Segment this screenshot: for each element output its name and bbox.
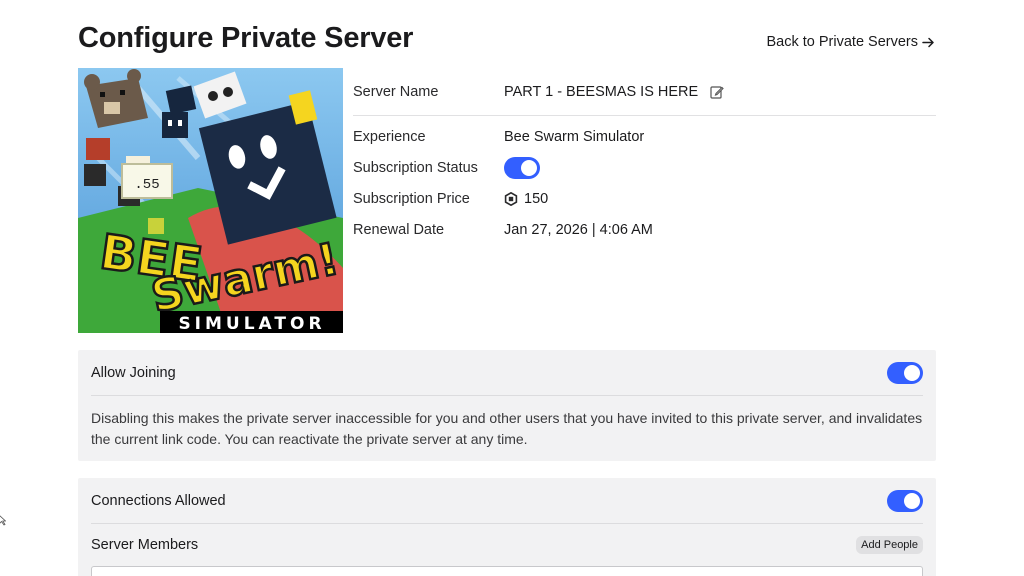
server-members-search-input[interactable] [91,566,923,576]
mouse-cursor-icon [0,515,6,526]
thumbnail-art: .55 BEE Swarm! SIMULATOR [78,68,343,333]
allow-joining-card: Allow Joining Disabling this makes the p… [78,350,936,461]
server-name-row: Server Name PART 1 - BEESMAS IS HERE [353,68,936,116]
connections-allowed-toggle[interactable] [887,489,923,512]
edit-icon[interactable] [710,85,724,99]
server-name-value: PART 1 - BEESMAS IS HERE [504,83,699,100]
renewal-date-label: Renewal Date [353,221,445,238]
subscription-status-toggle[interactable] [504,156,540,179]
subscription-price-value: 150 [524,190,549,207]
logo-simulator-text: SIMULATOR [178,314,325,333]
svg-text:.55: .55 [134,177,159,193]
allow-joining-label: Allow Joining [91,364,176,381]
allow-joining-description: Disabling this makes the private server … [91,410,923,447]
back-link-label: Back to Private Servers [766,34,919,50]
allow-joining-row: Allow Joining [78,350,936,395]
subscription-status-label: Subscription Status [353,159,478,176]
connections-allowed-row: Connections Allowed [78,478,936,523]
page-title: Configure Private Server [78,22,414,54]
subscription-price-label: Subscription Price [353,190,470,207]
subscription-status-row: Subscription Status [353,152,936,183]
server-info-panel: Server Name PART 1 - BEESMAS IS HERE Exp… [353,68,936,245]
allow-joining-toggle[interactable] [887,361,923,384]
server-name-label: Server Name [353,83,439,100]
connections-allowed-label: Connections Allowed [91,492,226,509]
experience-label: Experience [353,128,426,145]
experience-thumbnail: .55 BEE Swarm! SIMULATOR [78,68,343,333]
server-members-row: Server Members Add People [78,524,936,566]
arrow-right-icon [922,37,934,47]
back-to-private-servers-link[interactable]: Back to Private Servers [767,34,936,50]
subscription-price-row: Subscription Price 150 [353,183,936,214]
server-members-label: Server Members [91,537,199,553]
experience-value[interactable]: Bee Swarm Simulator [504,129,644,145]
add-people-button[interactable]: Add People [856,536,923,554]
experience-row: Experience Bee Swarm Simulator [353,121,936,152]
connections-card: Connections Allowed Server Members Add P… [78,478,936,576]
robux-icon [504,191,518,206]
renewal-date-row: Renewal Date Jan 27, 2026 | 4:06 AM [353,214,936,245]
renewal-date-value: Jan 27, 2026 | 4:06 AM [504,221,653,238]
